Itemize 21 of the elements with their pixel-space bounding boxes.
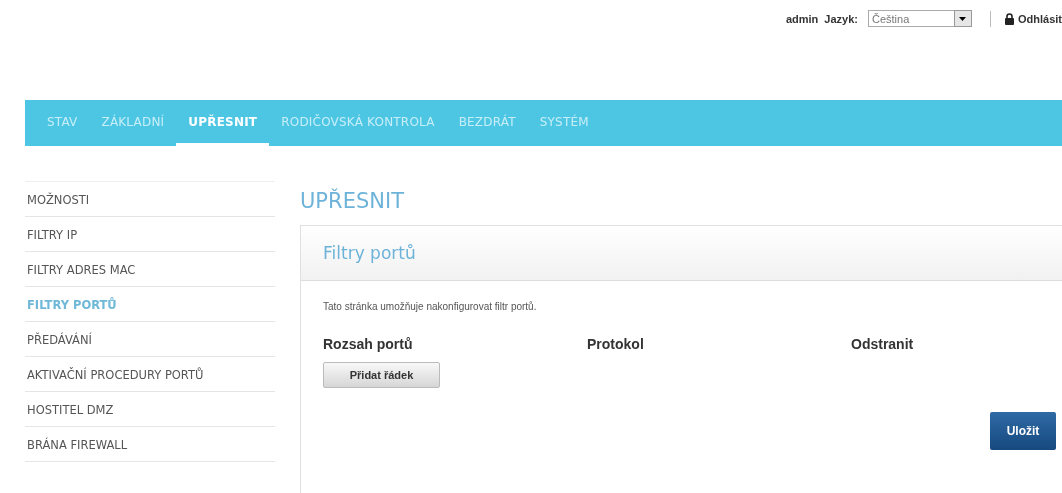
sidebar-item[interactable]: PŘEDÁVÁNÍ [25,322,275,357]
column-header: Rozsah portů [323,336,414,352]
column-header: Protokol [587,336,645,352]
dropdown-arrow-icon [959,16,967,21]
user-name: admin [785,12,819,27]
save-button[interactable]: Uložit [990,412,1056,450]
language-select[interactable]: Čeština [868,10,972,27]
lock-icon [1005,13,1014,25]
sidebar-item[interactable]: FILTRY IP [25,217,275,252]
sidebar-item[interactable]: AKTIVAČNÍ PROCEDURY PORTŮ [25,357,275,392]
description-text: Tato stránka umožňuje nakonfigurovat filtr portů. [323,301,538,312]
logout-link[interactable]: Odhlásit [1005,10,1062,28]
column-header: Odstranit [851,336,915,352]
sidebar-item[interactable]: BRÁNA FIREWALL [25,427,275,462]
sidebar-item[interactable]: HOSTITEL DMZ [25,392,275,427]
page-title: UPŘESNIT [300,189,405,213]
sidebar-item[interactable]: FILTRY ADRES MAC [25,252,275,287]
language-label: Jazyk: [824,12,858,27]
add-row-button[interactable]: Přidat řádek [323,362,440,388]
panel-title: Filtry portů [323,243,416,263]
sidebar-item[interactable]: MOŽNOSTI [25,182,275,217]
